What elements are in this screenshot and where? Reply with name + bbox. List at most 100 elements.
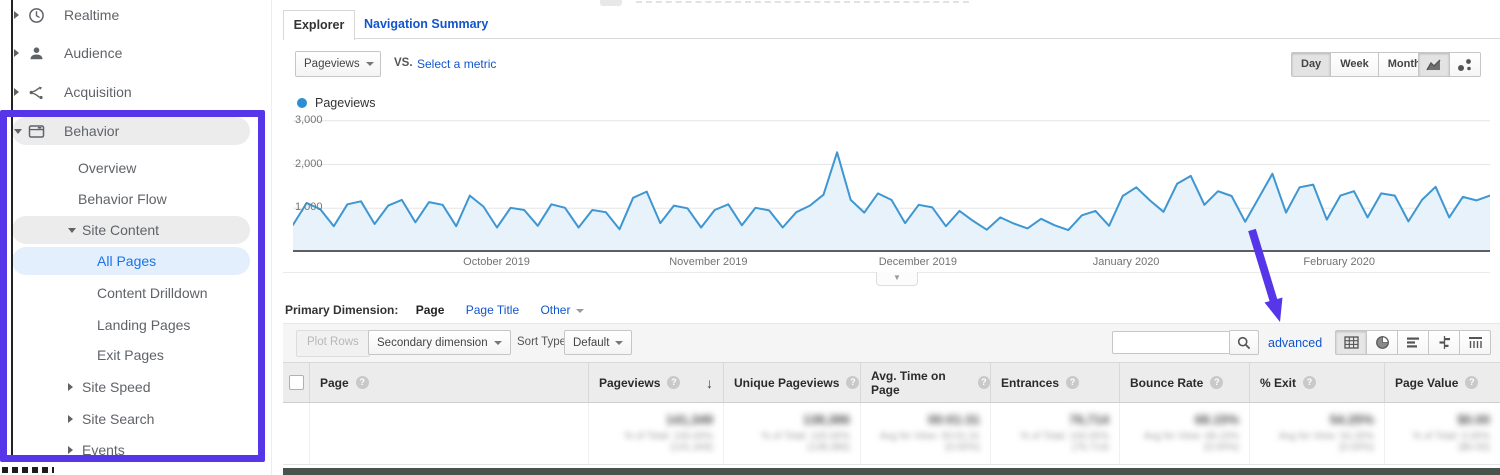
- chevron-right-icon[interactable]: [14, 49, 19, 57]
- cutoff-tab-artifact: [600, 0, 622, 6]
- week-button[interactable]: Week: [1330, 52, 1379, 77]
- sort-descending-icon[interactable]: ↓: [706, 375, 713, 391]
- help-icon[interactable]: ?: [1303, 376, 1316, 389]
- table-header-row: Page? Pageviews? ↓ Unique Pageviews?Avg. Ti…: [283, 363, 1500, 403]
- sidebar-item-exit-pages[interactable]: Exit Pages: [0, 340, 265, 370]
- primary-dimension-page[interactable]: Page: [416, 303, 445, 317]
- sidebar-item-site-search[interactable]: Site Search: [0, 404, 265, 434]
- primary-dimension-other[interactable]: Other: [540, 303, 584, 317]
- secondary-dimension-dropdown[interactable]: Secondary dimension: [368, 330, 511, 355]
- column-header--exit[interactable]: % Exit?: [1250, 363, 1385, 402]
- metric-dropdown[interactable]: Pageviews: [295, 51, 381, 77]
- cell-value-blurred: 138,386: [724, 412, 850, 427]
- search-button[interactable]: [1229, 330, 1259, 355]
- granularity-button-group: Day Week Month: [1291, 52, 1431, 77]
- chevron-right-icon[interactable]: [68, 415, 73, 423]
- select-all-column-header[interactable]: [283, 363, 310, 402]
- secondary-dimension-label: Secondary dimension: [377, 337, 488, 349]
- sort-type-dropdown[interactable]: Default: [564, 330, 632, 355]
- table-toolbar: Plot Rows Secondary dimension Sort Type:…: [283, 323, 1500, 363]
- bottom-cutoff-bar: [283, 468, 1500, 475]
- chevron-right-icon[interactable]: [14, 88, 19, 96]
- sidebar-item-site-content[interactable]: Site Content: [0, 215, 265, 245]
- chevron-right-icon[interactable]: [68, 383, 73, 391]
- column-header-entrances[interactable]: Entrances?: [991, 363, 1120, 402]
- column-header-avg-time-on-page[interactable]: Avg. Time on Page?: [861, 363, 991, 402]
- plot-rows-button[interactable]: Plot Rows: [296, 330, 370, 357]
- column-header-label: Pageviews: [599, 376, 660, 390]
- sidebar-item-label: Realtime: [64, 7, 119, 23]
- column-header-unique-pageviews[interactable]: Unique Pageviews?: [724, 363, 861, 402]
- help-icon[interactable]: ?: [667, 376, 680, 389]
- chevron-down-icon[interactable]: [14, 129, 22, 134]
- sidebar-item-overview[interactable]: Overview: [0, 153, 265, 183]
- acquisition-icon: [28, 84, 45, 101]
- pageviews-line-chart: [293, 112, 1490, 252]
- sidebar-item-behavior[interactable]: Behavior: [0, 116, 265, 146]
- x-axis-tick: January 2020: [1071, 256, 1181, 268]
- motion-chart-button[interactable]: [1449, 52, 1481, 77]
- cell-value-blurred: 68.15%: [1120, 412, 1239, 427]
- behavior-icon: [28, 123, 45, 140]
- comparison-view-button[interactable]: [1428, 330, 1460, 355]
- cell-value-blurred: 76,714: [991, 412, 1109, 427]
- column-header-page[interactable]: Page?: [310, 363, 589, 402]
- pivot-view-button[interactable]: [1459, 330, 1491, 355]
- primary-dimension-page-title[interactable]: Page Title: [466, 303, 519, 317]
- column-header-bounce-rate[interactable]: Bounce Rate?: [1120, 363, 1250, 402]
- table-view-button[interactable]: [1335, 330, 1367, 355]
- chevron-down-icon[interactable]: [68, 228, 76, 233]
- sidebar-item-realtime[interactable]: Realtime: [0, 0, 265, 30]
- help-icon[interactable]: ?: [846, 376, 859, 389]
- sidebar-item-audience[interactable]: Audience: [0, 38, 265, 68]
- select-a-metric-link[interactable]: Select a metric: [417, 57, 496, 71]
- sidebar-item-all-pages[interactable]: All Pages: [0, 246, 265, 276]
- column-header-page-value[interactable]: Page Value?: [1385, 363, 1500, 402]
- tab-explorer[interactable]: Explorer: [283, 10, 355, 40]
- table-view-icon: [1344, 336, 1359, 349]
- select-all-checkbox[interactable]: [289, 375, 304, 390]
- sidebar-item-acquisition[interactable]: Acquisition: [0, 77, 265, 107]
- chart-collapse-handle[interactable]: ▼: [876, 272, 918, 286]
- chart-legend: Pageviews: [297, 96, 375, 110]
- sidebar-nav: Realtime Audience Acquisition Behavior Overv…: [0, 0, 265, 475]
- sidebar-item-label: Landing Pages: [97, 317, 190, 333]
- table-data-row[interactable]: 141,349% of Total: 100.00% (141,349)138,…: [283, 403, 1500, 465]
- help-icon[interactable]: ?: [356, 376, 369, 389]
- chevron-right-icon[interactable]: [14, 11, 19, 19]
- day-button[interactable]: Day: [1291, 52, 1331, 77]
- sidebar-item-site-speed[interactable]: Site Speed: [0, 372, 265, 402]
- percentage-view-button[interactable]: [1366, 330, 1398, 355]
- sidebar-item-landing-pages[interactable]: Landing Pages: [0, 310, 265, 340]
- advanced-link[interactable]: advanced: [1268, 336, 1322, 350]
- chevron-right-icon[interactable]: [68, 446, 73, 454]
- comparison-view-icon: [1437, 336, 1452, 349]
- help-icon[interactable]: ?: [978, 376, 990, 389]
- x-axis-tick: December 2019: [863, 256, 973, 268]
- timeseries-chart-button[interactable]: [1418, 52, 1450, 77]
- sidebar-item-label: Acquisition: [64, 84, 132, 100]
- table-search-input[interactable]: [1112, 331, 1234, 354]
- sidebar-item-label: Behavior: [64, 123, 119, 139]
- timeseries-icon: [1425, 58, 1443, 72]
- column-header-label: Page: [320, 376, 349, 390]
- sidebar-separator: [271, 0, 272, 475]
- performance-view-button[interactable]: [1397, 330, 1429, 355]
- help-icon[interactable]: ?: [1465, 376, 1478, 389]
- tab-row-border: [283, 38, 1500, 39]
- help-icon[interactable]: ?: [1066, 376, 1079, 389]
- cell-subvalue-blurred: Avg for View: 00:01:31 (0.00%): [861, 431, 980, 453]
- sidebar-item-events[interactable]: Events: [0, 435, 265, 465]
- x-axis-tick: October 2019: [441, 256, 551, 268]
- column-header-pageviews[interactable]: Pageviews? ↓: [589, 363, 724, 402]
- tab-navigation-summary[interactable]: Navigation Summary: [364, 17, 488, 31]
- sidebar-item-behavior-flow[interactable]: Behavior Flow: [0, 184, 265, 214]
- sidebar-item-label: Audience: [64, 45, 122, 61]
- metric-dropdown-label: Pageviews: [304, 58, 360, 70]
- table-cell-blurred: 76,714% of Total: 100.00% (76,714): [991, 403, 1120, 464]
- person-icon: [28, 45, 45, 62]
- sidebar-item-content-drilldown[interactable]: Content Drilldown: [0, 278, 265, 308]
- x-axis-tick: February 2020: [1284, 256, 1394, 268]
- help-icon[interactable]: ?: [1210, 376, 1223, 389]
- nav-highlight-pill: [12, 117, 250, 145]
